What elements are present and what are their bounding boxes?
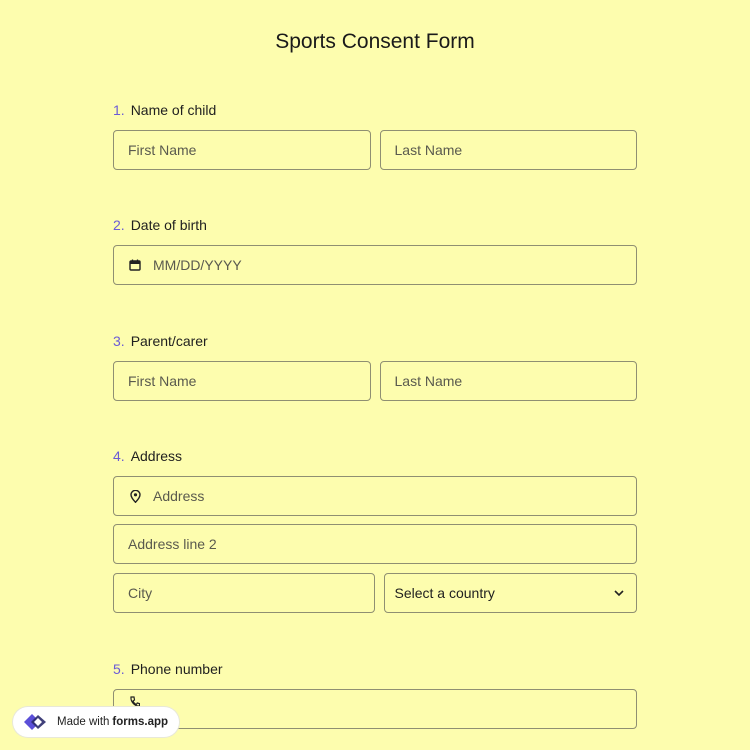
made-with-forms-app-badge[interactable]: Made with forms.app [13,707,180,737]
question-address: 4. Address Address Address line 2 City S… [113,448,637,613]
chevron-down-icon [612,586,626,600]
map-pin-icon [128,489,142,503]
select-value: Select a country [394,585,495,601]
question-text: Parent/carer [130,333,208,349]
calendar-icon [128,258,142,272]
placeholder: MM/DD/YYYY [153,257,242,273]
address-line-2-input[interactable]: Address line 2 [113,524,637,564]
question-text: Date of birth [130,217,207,233]
child-first-name-input[interactable]: First Name [113,130,371,170]
question-phone-number: 5. Phone number [113,661,637,729]
question-date-of-birth: 2. Date of birth MM/DD/YYYY [113,217,637,285]
form-title: Sports Consent Form [275,30,475,53]
placeholder: First Name [128,373,197,389]
parent-first-name-input[interactable]: First Name [113,361,371,401]
child-last-name-input[interactable]: Last Name [379,130,637,170]
question-text: Address [130,448,183,464]
question-number: 4. [113,448,125,464]
address-input[interactable]: Address [113,476,637,516]
badge-prefix: Made with [57,716,110,728]
parent-last-name-input[interactable]: Last Name [379,361,637,401]
question-parent-carer: 3. Parent/carer First Name Last Name [113,333,637,401]
placeholder: First Name [128,142,197,158]
question-label: 4. Address [113,448,637,466]
question-label: 1. Name of child [113,102,637,120]
placeholder: Last Name [394,373,463,389]
question-number: 5. [113,661,125,677]
forms-app-logo-icon [21,712,49,732]
question-label: 3. Parent/carer [113,333,637,351]
question-name-of-child: 1. Name of child First Name Last Name [113,102,637,170]
question-number: 2. [113,217,125,233]
question-number: 3. [113,333,125,349]
question-number: 1. [113,102,125,118]
date-of-birth-input[interactable]: MM/DD/YYYY [113,245,637,285]
question-label: 2. Date of birth [113,217,637,235]
placeholder: Last Name [394,142,463,158]
city-input[interactable]: City [113,573,375,613]
placeholder: Address [153,488,205,504]
question-text: Phone number [130,661,223,677]
placeholder: Address line 2 [128,536,217,552]
badge-brand: forms.app [112,716,169,728]
question-label: 5. Phone number [113,661,637,679]
country-select[interactable]: Select a country [383,573,637,613]
question-text: Name of child [130,102,217,118]
placeholder: City [128,585,153,601]
phone-number-input[interactable] [113,689,637,729]
